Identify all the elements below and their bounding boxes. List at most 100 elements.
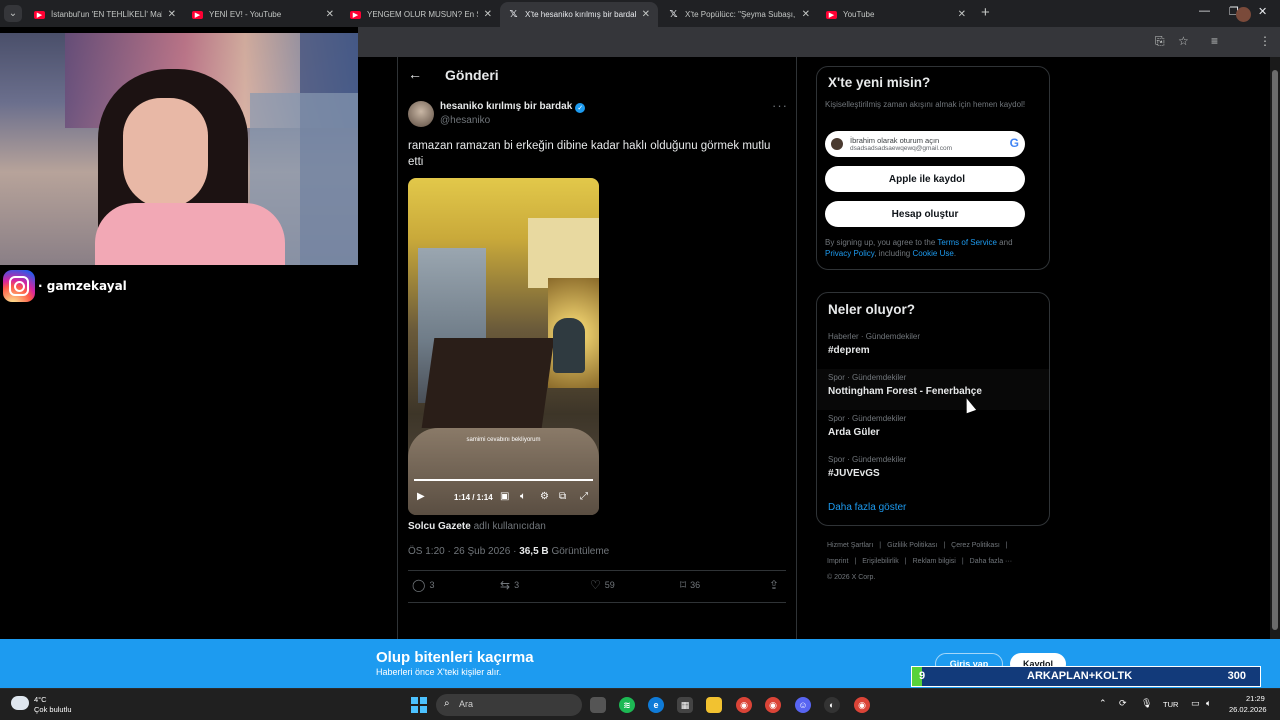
author-handle[interactable]: @hesaniko [440, 115, 490, 126]
media-controls-icon[interactable]: ≡ [1211, 34, 1218, 48]
tab-close-icon[interactable]: ✕ [958, 9, 966, 20]
share-button[interactable]: ⇪ [769, 578, 779, 592]
task-view-icon[interactable] [590, 697, 606, 713]
post-video[interactable]: samimi cevabını bekliyorum ▶ 1:14 / 1:14… [408, 178, 599, 515]
trend-name[interactable]: Nottingham Forest - Fenerbahçe [828, 386, 982, 397]
store-icon[interactable]: ▦ [677, 697, 693, 713]
privacy-link[interactable]: Privacy Policy [825, 249, 874, 258]
edge-icon[interactable]: e [648, 697, 664, 713]
tray-chevron-icon[interactable]: ⌃ [1099, 698, 1107, 709]
tab-youtube-2[interactable]: ▶ YENİ EV! - YouTube ✕ [184, 2, 342, 27]
trend-item[interactable]: Spor · Gündemdekiler #JUVEvGS [817, 451, 1049, 492]
terms-prefix: By signing up, you agree to the [825, 238, 938, 247]
view-count: 36,5 B [519, 546, 549, 557]
microphone-icon[interactable]: 🎙︎ [1141, 698, 1152, 709]
footer-link[interactable]: Hizmet Şartları [827, 542, 873, 549]
obs-icon[interactable]: ◐ [824, 697, 840, 713]
post-timestamp[interactable]: ÖS 1:20 · 26 Şub 2026 · [408, 546, 519, 557]
install-app-icon[interactable]: ⎘ [1155, 34, 1165, 49]
captions-icon[interactable]: ▣ [500, 491, 509, 502]
instagram-icon [3, 270, 35, 302]
author-name[interactable]: hesaniko kırılmış bir bardak ✓ [440, 101, 586, 113]
tray-app-icon[interactable]: ⟳ [1119, 698, 1127, 709]
author-avatar[interactable] [408, 101, 434, 127]
trend-item[interactable]: Spor · Gündemdekiler Arda Güler [817, 410, 1049, 451]
source-name[interactable]: Solcu Gazete [408, 521, 471, 532]
clock-time[interactable]: 21:29 [1246, 694, 1265, 703]
like-button[interactable]: ♡ 59 [590, 578, 615, 592]
footer-more-link[interactable]: Daha fazla ··· [970, 558, 1012, 565]
tab-youtube-3[interactable]: ▶ YENGEM OLUR MUSUN? En Sa ✕ [342, 2, 500, 27]
share-icon: ⇪ [769, 578, 780, 592]
trend-item[interactable]: Spor · Gündemdekiler Nottingham Forest -… [817, 369, 1049, 410]
volume-icon[interactable]: 🔈︎ [520, 491, 526, 502]
apple-signup-button[interactable]: Apple ile kaydol [825, 166, 1025, 192]
page-title: Gönderi [445, 67, 499, 83]
bookmark-star-icon[interactable]: ☆ [1178, 34, 1189, 48]
footer-link[interactable]: Çerez Politikası [951, 542, 1000, 549]
file-explorer-icon[interactable] [706, 697, 722, 713]
tab-close-icon[interactable]: ✕ [802, 9, 810, 20]
tab-close-icon[interactable]: ✕ [326, 9, 334, 20]
show-more-link[interactable]: Daha fazla göster [828, 502, 906, 513]
trend-name[interactable]: #JUVEvGS [828, 468, 880, 479]
discord-icon[interactable]: ☺ [795, 697, 811, 713]
back-arrow-icon[interactable]: ← [408, 66, 422, 82]
taskbar-search[interactable]: ⌕ Ara [436, 694, 582, 716]
language-indicator[interactable]: TUR [1163, 700, 1178, 709]
video-progress-bar[interactable] [414, 479, 593, 481]
trend-item[interactable]: Haberler · Gündemdekiler #deprem [817, 328, 1049, 369]
footer-link[interactable]: Imprint [827, 558, 848, 565]
cookie-link[interactable]: Cookie Use [912, 249, 953, 258]
clock-date[interactable]: 26.02.2026 [1229, 705, 1267, 714]
more-options-icon[interactable]: ··· [772, 98, 788, 113]
footer-link[interactable]: Reklam bilgisi [913, 558, 956, 565]
tab-youtube-1[interactable]: ▶ İstanbul'un 'EN TEHLİKELİ' Mah ✕ [26, 2, 184, 27]
new-tab-button[interactable]: + [981, 4, 990, 21]
source-suffix: adlı kullanıcıdan [473, 521, 546, 532]
display-icon[interactable]: ▭ [1191, 698, 1200, 709]
footer-link[interactable]: Erişilebilirlik [862, 558, 899, 565]
chrome-icon[interactable]: ◉ [736, 697, 752, 713]
settings-gear-icon[interactable]: ⚙ [540, 491, 549, 502]
minimize-button[interactable]: — [1199, 5, 1210, 17]
tab-close-icon[interactable]: ✕ [484, 9, 492, 20]
chrome-menu-icon[interactable]: ⋮ [1259, 34, 1271, 48]
create-account-button[interactable]: Hesap oluştur [825, 201, 1025, 227]
scrollbar-thumb[interactable] [1272, 70, 1278, 630]
close-window-button[interactable]: ✕ [1258, 5, 1267, 18]
heart-icon: ♡ [590, 578, 601, 592]
trend-category: Spor · Gündemdekiler [828, 373, 907, 382]
trend-name[interactable]: #deprem [828, 345, 870, 356]
terms-link[interactable]: Terms of Service [937, 238, 997, 247]
profile-avatar[interactable] [1236, 7, 1251, 22]
banner-title: Olup bitenleri kaçırma [376, 649, 534, 666]
play-icon[interactable]: ▶ [417, 491, 425, 502]
tab-close-icon[interactable]: ✕ [168, 9, 176, 20]
repost-icon: ⇆ [500, 578, 511, 592]
weather-description[interactable]: Çok bulutlu [34, 705, 72, 714]
footer-link[interactable]: Gizlilik Politikası [887, 542, 937, 549]
weather-temperature[interactable]: 4°C [34, 695, 47, 704]
repost-button[interactable]: ⇆ 3 [500, 578, 519, 592]
author-name-text[interactable]: hesaniko kırılmış bir bardak [440, 101, 572, 112]
tab-youtube-home[interactable]: ▶ YouTube ✕ [818, 2, 974, 27]
tab-label: YENİ EV! - YouTube [209, 10, 282, 19]
chrome-active-icon[interactable]: ◉ [765, 697, 781, 713]
tab-x-popular[interactable]: 𝕏 X'te Popülücc: "Şeyma Subaşı, k ✕ [660, 2, 818, 27]
chrome-profile-icon[interactable]: ◉ [854, 697, 870, 713]
footer-links: Hizmet Şartları | Gizlilik Politikası | Çere… [827, 538, 1047, 586]
spotify-icon[interactable]: ≋ [619, 697, 635, 713]
google-signin-button[interactable]: İbrahim olarak oturum açın dsadsadsadsae… [825, 131, 1025, 157]
tab-close-icon[interactable]: ✕ [642, 9, 650, 20]
tab-x-post[interactable]: 𝕏 X'te hesaniko kırılmış bir bardak ✕ [500, 2, 658, 27]
weather-cloud-icon[interactable] [11, 696, 29, 710]
volume-icon[interactable]: 🔈︎ [1206, 698, 1211, 709]
reply-button[interactable]: ◯ 3 [412, 578, 434, 592]
pip-icon[interactable]: ⧉ [559, 491, 566, 502]
bookmark-button[interactable]: ⌑ 36 [680, 578, 700, 592]
fullscreen-icon[interactable]: ⤢ [580, 491, 588, 502]
tab-search-button[interactable]: ⌄ [4, 5, 22, 22]
trend-name[interactable]: Arda Güler [828, 427, 880, 438]
windows-start-icon[interactable] [411, 697, 427, 713]
